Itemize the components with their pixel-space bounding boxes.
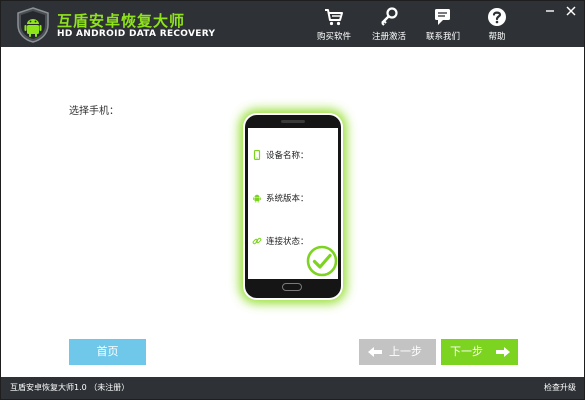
connection-status-row: 连接状态： <box>252 234 309 248</box>
key-icon <box>381 7 398 26</box>
android-shield-logo-icon <box>17 7 49 43</box>
chat-icon <box>435 9 450 25</box>
next-step-label: 下一步 <box>450 345 483 358</box>
phone-screen: 设备名称： 系统版本： 连接状态： <box>248 128 338 279</box>
system-version-row: 系统版本： <box>252 191 309 205</box>
previous-step-button[interactable]: 上一步 <box>359 339 436 365</box>
connection-status-label: 连接状态： <box>266 237 309 247</box>
contact-us-button[interactable]: 联系我们 <box>417 7 469 45</box>
help-label: 帮助 <box>488 32 506 42</box>
arrow-left-icon <box>368 347 382 357</box>
title-bar: 互盾安卓恢复大师 HD ANDROID DATA RECOVERY 购买软件 注… <box>1 1 584 47</box>
phone-card[interactable]: 设备名称： 系统版本： 连接状态： <box>245 115 341 298</box>
close-icon[interactable] <box>564 4 578 18</box>
minimize-icon[interactable] <box>543 4 557 18</box>
app-title: 互盾安卓恢复大师 <box>57 12 186 30</box>
device-name-label: 设备名称： <box>266 151 309 161</box>
question-icon <box>488 8 506 26</box>
device-name-row: 设备名称： <box>252 148 309 162</box>
phone-home-button <box>282 283 302 291</box>
check-circle-icon <box>306 245 338 277</box>
previous-step-label: 上一步 <box>389 345 422 358</box>
arrow-right-icon <box>496 347 510 357</box>
app-window: 互盾安卓恢复大师 HD ANDROID DATA RECOVERY 购买软件 注… <box>0 0 585 400</box>
help-button[interactable]: 帮助 <box>471 7 523 45</box>
link-icon <box>252 237 262 245</box>
select-phone-label: 选择手机： <box>69 106 119 117</box>
phone-icon <box>253 150 261 160</box>
android-icon <box>253 194 261 203</box>
next-step-button[interactable]: 下一步 <box>441 339 518 365</box>
buy-software-label: 购买软件 <box>316 32 351 42</box>
contact-us-label: 联系我们 <box>425 32 460 42</box>
system-version-label: 系统版本： <box>266 194 309 204</box>
app-subtitle: HD ANDROID DATA RECOVERY <box>57 29 216 39</box>
register-activate-button[interactable]: 注册激活 <box>363 7 415 45</box>
register-activate-label: 注册激活 <box>371 32 406 42</box>
check-update-link[interactable]: 检查升级 <box>544 382 576 393</box>
buy-software-button[interactable]: 购买软件 <box>308 7 360 45</box>
shopping-cart-icon <box>325 9 343 26</box>
home-button[interactable]: 首页 <box>69 339 146 365</box>
version-status-text: 互盾安卓恢复大师1.0 （未注册） <box>10 383 130 392</box>
phone-speaker <box>281 120 305 123</box>
status-bar: 互盾安卓恢复大师1.0 （未注册） 检查升级 <box>1 377 584 399</box>
